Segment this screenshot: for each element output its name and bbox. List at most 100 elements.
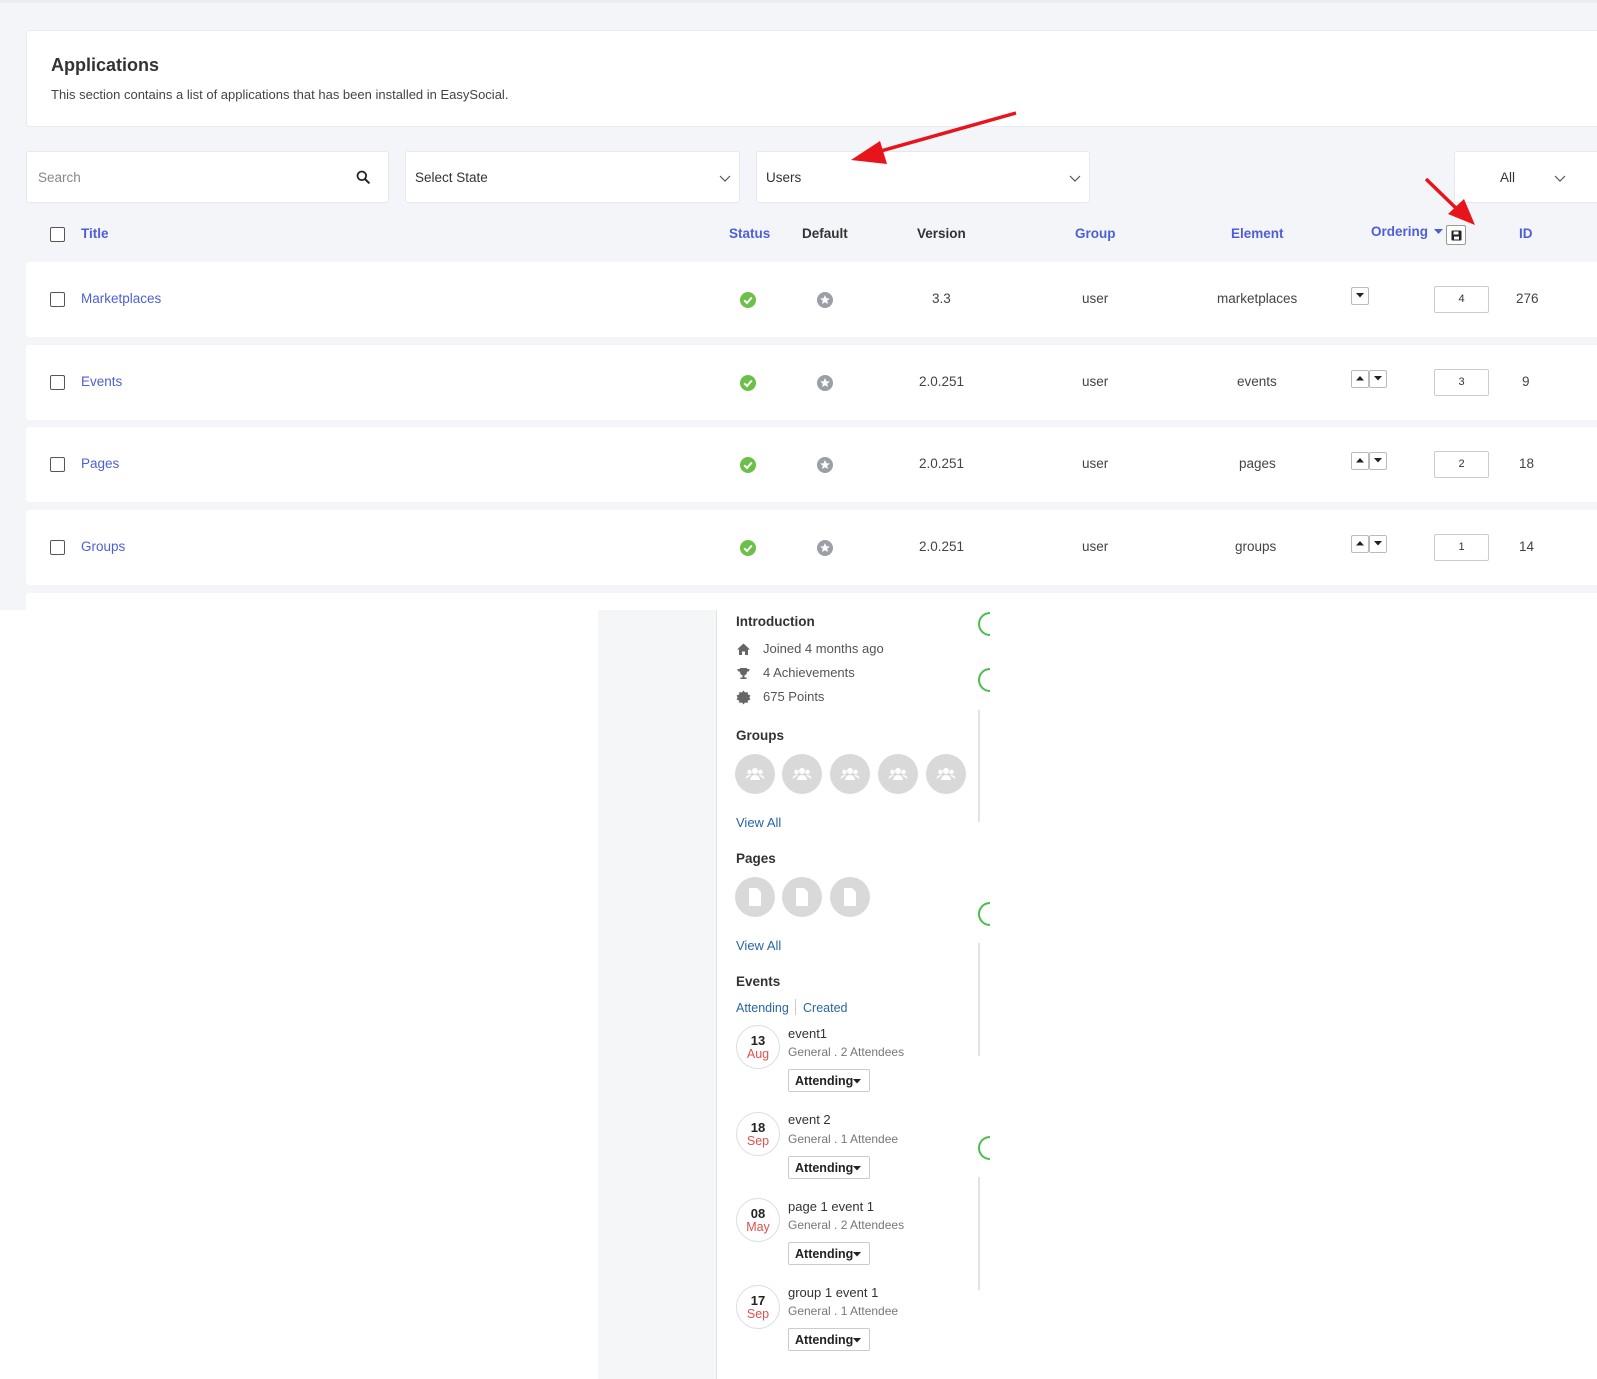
event-date-badge: 18 Sep [736, 1112, 780, 1156]
move-up-button[interactable] [1351, 370, 1369, 388]
move-down-button[interactable] [1369, 535, 1387, 553]
published-check-icon[interactable] [740, 375, 756, 391]
left-gutter [598, 610, 717, 1379]
row-checkbox[interactable] [50, 540, 65, 555]
group-value: user [1082, 374, 1109, 389]
state-select[interactable]: Select State [405, 151, 740, 203]
event-name-link[interactable]: group 1 event 1 [788, 1285, 878, 1300]
event-month: May [746, 1220, 770, 1234]
rsvp-dropdown[interactable]: Attending [788, 1069, 870, 1092]
save-icon [1451, 230, 1462, 241]
rsvp-label: Attending [795, 1333, 854, 1347]
move-up-button[interactable] [1351, 535, 1369, 553]
id-value: 18 [1519, 456, 1535, 471]
element-value: events [1237, 374, 1277, 389]
element-value: pages [1239, 456, 1276, 471]
move-up-button[interactable] [1351, 452, 1369, 470]
event-month: Sep [746, 1307, 770, 1321]
ordering-input[interactable]: 1 [1434, 534, 1489, 561]
edge-divider [978, 943, 980, 1056]
default-star-icon[interactable] [817, 292, 833, 308]
group-icon [745, 768, 765, 780]
column-status[interactable]: Status [729, 226, 770, 241]
event-month: Sep [746, 1134, 770, 1148]
search-input[interactable] [38, 166, 338, 188]
id-value: 9 [1522, 374, 1530, 389]
version-value: 3.3 [932, 291, 951, 306]
page-avatar[interactable] [782, 877, 822, 917]
app-title-link[interactable]: Groups [81, 539, 125, 554]
event-meta: General . 2 Attendees [788, 1218, 905, 1232]
move-down-button[interactable] [1369, 452, 1387, 470]
version-value: 2.0.251 [919, 374, 965, 389]
published-check-icon[interactable] [740, 540, 756, 556]
group-avatar[interactable] [830, 754, 870, 794]
ordering-input[interactable]: 2 [1434, 451, 1489, 478]
group-avatar[interactable] [782, 754, 822, 794]
group-icon [840, 768, 860, 780]
column-group[interactable]: Group [1075, 226, 1116, 241]
column-version: Version [917, 226, 966, 241]
caret-down-icon [1356, 293, 1364, 298]
row-checkbox[interactable] [50, 292, 65, 307]
published-check-icon[interactable] [740, 457, 756, 473]
id-value: 276 [1516, 291, 1539, 306]
app-title-link[interactable]: Pages [81, 456, 119, 471]
ordering-input[interactable]: 4 [1434, 286, 1489, 313]
event-name-link[interactable]: event 2 [788, 1112, 831, 1127]
rsvp-dropdown[interactable]: Attending [788, 1328, 870, 1351]
ordering-input[interactable]: 3 [1434, 369, 1489, 396]
app-title-link[interactable]: Marketplaces [81, 291, 161, 306]
move-down-button[interactable] [1351, 287, 1369, 305]
edge-divider [978, 1177, 980, 1290]
caret-down-icon [853, 1166, 861, 1171]
element-value: marketplaces [1217, 291, 1298, 306]
published-check-icon[interactable] [740, 292, 756, 308]
row-checkbox[interactable] [50, 457, 65, 472]
group-avatar[interactable] [926, 754, 966, 794]
page-avatar[interactable] [735, 877, 775, 917]
default-star-icon[interactable] [817, 540, 833, 556]
rsvp-dropdown[interactable]: Attending [788, 1156, 870, 1179]
page-description: This section contains a list of applicat… [51, 87, 509, 102]
group-avatar[interactable] [878, 754, 918, 794]
caret-up-icon [1356, 541, 1364, 546]
event-day: 08 [750, 1206, 766, 1221]
pages-view-all-link[interactable]: View All [736, 938, 781, 953]
group-select[interactable]: Users [756, 151, 1090, 203]
search-icon[interactable] [356, 170, 370, 184]
limit-select[interactable]: All [1454, 151, 1597, 203]
group-avatar[interactable] [735, 754, 775, 794]
row-checkbox[interactable] [50, 375, 65, 390]
column-title[interactable]: Title [81, 226, 109, 241]
event-name-link[interactable]: page 1 event 1 [788, 1199, 874, 1214]
event-day: 13 [750, 1033, 766, 1048]
app-title-link[interactable]: Events [81, 374, 122, 389]
rsvp-label: Attending [795, 1161, 854, 1175]
default-star-icon[interactable] [817, 457, 833, 473]
rsvp-dropdown[interactable]: Attending [788, 1242, 870, 1265]
group-icon [936, 768, 956, 780]
column-ordering[interactable]: Ordering [1371, 224, 1428, 239]
move-down-button[interactable] [1369, 370, 1387, 388]
table-row: Pages 2.0.251 user pages 2 18 [26, 427, 1597, 502]
status-arc [978, 902, 990, 926]
state-select-value: Select State [415, 170, 488, 185]
tab-attending[interactable]: Attending [736, 1001, 789, 1015]
save-ordering-button[interactable] [1446, 225, 1466, 245]
tab-created[interactable]: Created [803, 1001, 847, 1015]
column-id[interactable]: ID [1519, 226, 1533, 241]
page-avatar[interactable] [830, 877, 870, 917]
select-all-checkbox[interactable] [50, 227, 65, 242]
limit-select-value: All [1500, 170, 1516, 185]
event-name-link[interactable]: event1 [788, 1026, 827, 1041]
column-element[interactable]: Element [1231, 226, 1284, 241]
groups-view-all-link[interactable]: View All [736, 815, 781, 830]
chevron-down-icon [1069, 175, 1081, 182]
sort-desc-icon [1434, 229, 1443, 234]
default-star-icon[interactable] [817, 375, 833, 391]
column-default: Default [802, 226, 848, 241]
chevron-down-icon [719, 175, 731, 182]
page-icon [749, 888, 761, 906]
group-icon [888, 768, 908, 780]
